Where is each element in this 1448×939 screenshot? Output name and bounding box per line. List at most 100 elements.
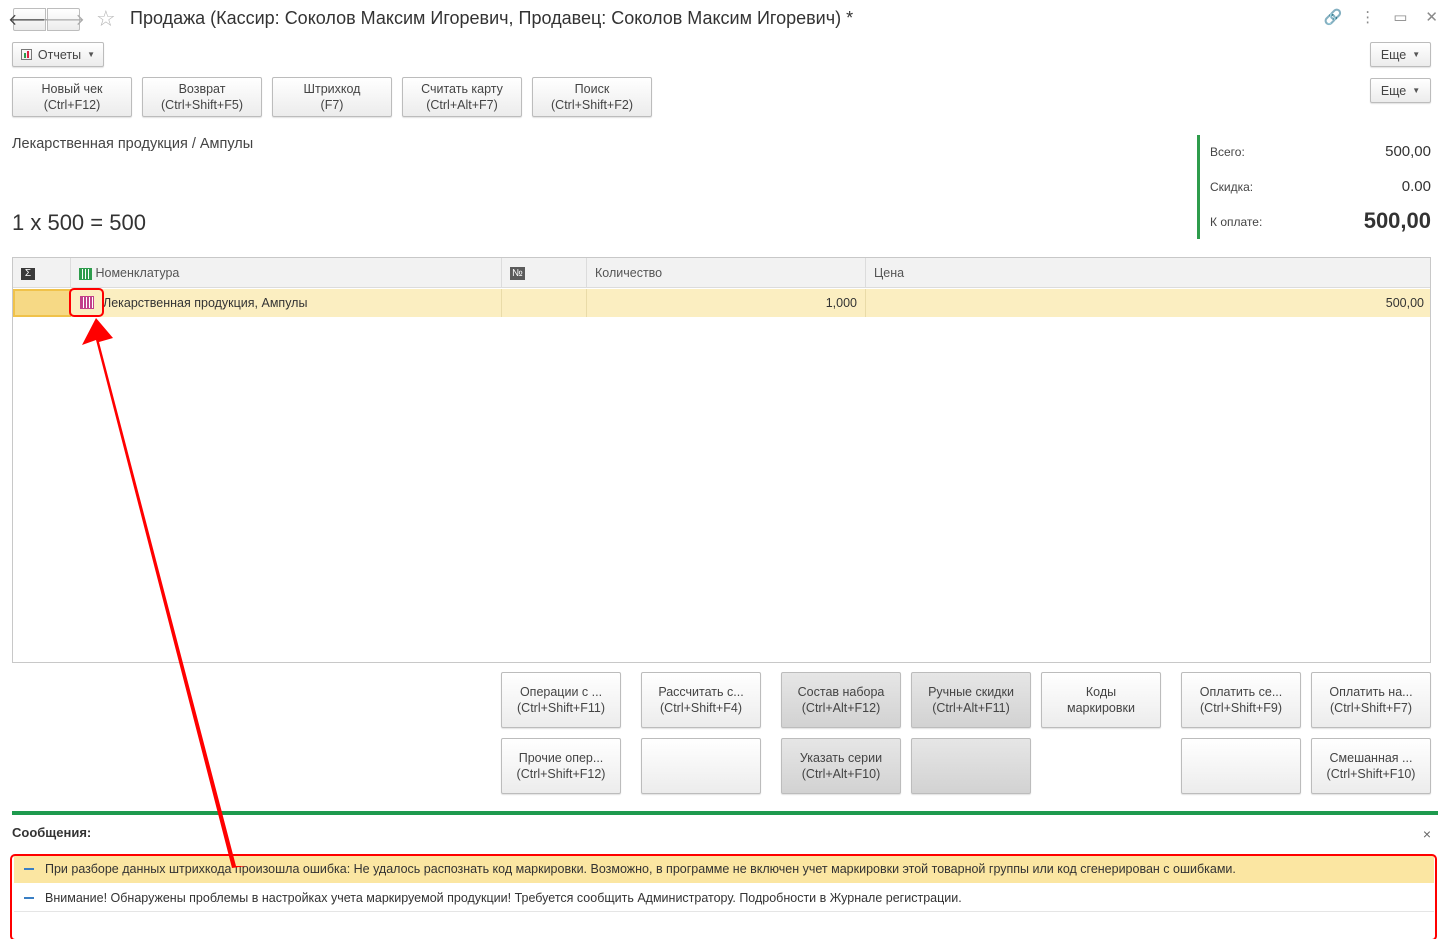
calculate-button[interactable]: Рассчитать с... (Ctrl+Shift+F4)	[641, 672, 761, 728]
button-label-line2: маркировки	[1067, 701, 1135, 715]
maximize-icon[interactable]: ▭	[1393, 8, 1407, 26]
discount-label: Скидка:	[1210, 180, 1254, 194]
mixed-payment-button[interactable]: Смешанная ... (Ctrl+Shift+F10)	[1311, 738, 1431, 794]
row-quantity-cell[interactable]: 1,000	[587, 289, 866, 317]
messages-close-icon[interactable]: ×	[1423, 826, 1431, 842]
close-icon[interactable]: ✕	[1425, 8, 1438, 26]
link-icon[interactable]: 🔗	[1324, 8, 1343, 26]
table-header: Σ Номенклатура № Количество Цена	[13, 258, 1430, 288]
row-number-cell[interactable]	[502, 289, 587, 317]
button-label: Новый чек	[41, 82, 103, 96]
col-quantity[interactable]: Количество	[587, 258, 866, 288]
forward-button[interactable]: 🡒	[42, 8, 85, 31]
operations-button[interactable]: Операции с ... (Ctrl+Shift+F11)	[501, 672, 621, 728]
button-shortcut: (Ctrl+Alt+F10)	[801, 767, 881, 781]
totals-accent-bar	[1197, 135, 1200, 239]
button-label: Смешанная ...	[1329, 751, 1413, 765]
other-operations-button[interactable]: Прочие опер... (Ctrl+Shift+F12)	[501, 738, 621, 794]
message-text: Внимание! Обнаружены проблемы в настройк…	[45, 891, 962, 905]
col-nomenclature-label: Номенклатура	[95, 266, 180, 280]
button-label: Штрихкод	[303, 82, 361, 96]
dash-icon	[24, 868, 34, 870]
row-price-cell[interactable]: 500,00	[866, 289, 1432, 317]
empty-button-2[interactable]	[911, 738, 1031, 794]
message-item-warning[interactable]: Внимание! Обнаружены проблемы в настройк…	[14, 884, 1434, 912]
favorite-star-icon[interactable]: ☆	[96, 6, 116, 32]
row-price: 500,00	[1385, 296, 1424, 310]
current-item-path: Лекарственная продукция / Ампулы	[12, 136, 254, 152]
col-price-label: Цена	[874, 266, 905, 280]
marking-codes-button[interactable]: Коды маркировки	[1041, 672, 1161, 728]
button-shortcut: (Ctrl+F12)	[43, 98, 101, 112]
goods-table[interactable]: Σ Номенклатура № Количество Цена Лекарст…	[12, 257, 1431, 663]
sum-icon: Σ	[21, 267, 35, 280]
row-name-cell[interactable]: Лекарственная продукция, Ампулы	[71, 289, 502, 317]
button-label: Оплатить се...	[1199, 685, 1283, 699]
button-shortcut: (Ctrl+Shift+F4)	[660, 701, 742, 715]
col-nomenclature[interactable]: Номенклатура	[71, 258, 502, 288]
total-label: Всего:	[1210, 145, 1245, 159]
nomenclature-icon	[79, 267, 92, 280]
number-icon: №	[510, 267, 525, 281]
report-icon	[20, 49, 32, 60]
reports-button[interactable]: Отчеты ▼	[12, 42, 104, 67]
chevron-down-icon: ▼	[87, 49, 96, 59]
pay-certificate-button[interactable]: Оплатить се... (Ctrl+Shift+F9)	[1181, 672, 1301, 728]
button-label: Поиск	[574, 82, 610, 96]
button-label: Ручные скидки	[928, 685, 1014, 699]
empty-button-1[interactable]	[641, 738, 761, 794]
button-shortcut: (Ctrl+Shift+F7)	[1330, 701, 1412, 715]
arrow-right-icon: 🡒	[42, 12, 85, 29]
button-shortcut: (Ctrl+Shift+F2)	[551, 98, 633, 112]
button-label: Оплатить на...	[1329, 685, 1413, 699]
table-row[interactable]: Лекарственная продукция, Ампулы 1,000 50…	[13, 289, 1430, 317]
message-text: При разборе данных штрихкода произошла о…	[45, 862, 1236, 876]
pay-cash-button[interactable]: Оплатить на... (Ctrl+Shift+F7)	[1311, 672, 1431, 728]
button-label: Операции с ...	[519, 685, 603, 699]
more-button-second[interactable]: Еще ▼	[1370, 78, 1431, 103]
window-title: Продажа (Кассир: Соколов Максим Игоревич…	[130, 8, 854, 28]
back-button[interactable]: 🡐	[8, 8, 51, 31]
col-number[interactable]: №	[502, 258, 587, 288]
set-content-button[interactable]: Состав набора (Ctrl+Alt+F12)	[781, 672, 901, 728]
return-button[interactable]: Возврат (Ctrl+Shift+F5)	[142, 77, 262, 117]
button-shortcut: (Ctrl+Shift+F10)	[1326, 767, 1416, 781]
manual-discounts-button[interactable]: Ручные скидки (Ctrl+Alt+F11)	[911, 672, 1031, 728]
row-name: Лекарственная продукция, Ампулы	[103, 296, 308, 310]
marking-error-icon[interactable]	[80, 296, 94, 309]
more-label: Еще	[1380, 47, 1407, 62]
button-label: Состав набора	[797, 685, 885, 699]
row-quantity: 1,000	[825, 296, 857, 310]
button-label: Возврат	[178, 82, 226, 96]
chevron-down-icon: ▼	[1412, 85, 1421, 95]
specify-series-button[interactable]: Указать серии (Ctrl+Alt+F10)	[781, 738, 901, 794]
empty-button-3[interactable]	[1181, 738, 1301, 794]
read-card-button[interactable]: Считать карту (Ctrl+Alt+F7)	[402, 77, 522, 117]
chevron-down-icon: ▼	[1412, 49, 1421, 59]
more-label: Еще	[1380, 83, 1407, 98]
button-shortcut: (Ctrl+Shift+F12)	[516, 767, 606, 781]
barcode-button[interactable]: Штрихкод (F7)	[272, 77, 392, 117]
button-label: Рассчитать с...	[658, 685, 744, 699]
col-quantity-label: Количество	[595, 266, 663, 280]
button-shortcut: (Ctrl+Shift+F5)	[161, 98, 243, 112]
more-vertical-icon[interactable]: ⋮	[1360, 8, 1375, 26]
current-item-formula: 1 x 500 = 500	[12, 210, 146, 235]
to-pay-label: К оплате:	[1210, 215, 1263, 229]
message-item-error[interactable]: При разборе данных штрихкода произошла о…	[14, 855, 1434, 883]
button-label: Коды	[1085, 685, 1117, 699]
more-button-top[interactable]: Еще ▼	[1370, 42, 1431, 67]
button-shortcut: (Ctrl+Shift+F9)	[1200, 701, 1282, 715]
row-sigma-cell[interactable]	[13, 289, 71, 317]
button-shortcut: (F7)	[320, 98, 344, 112]
col-price[interactable]: Цена	[866, 258, 1432, 288]
button-shortcut: (Ctrl+Alt+F7)	[426, 98, 498, 112]
button-shortcut: (Ctrl+Alt+F11)	[932, 701, 1010, 715]
col-sigma[interactable]: Σ	[13, 258, 71, 288]
new-check-button[interactable]: Новый чек (Ctrl+F12)	[12, 77, 132, 117]
button-shortcut: (Ctrl+Alt+F12)	[801, 701, 881, 715]
search-button[interactable]: Поиск (Ctrl+Shift+F2)	[532, 77, 652, 117]
button-label: Считать карту	[421, 82, 503, 96]
button-label: Прочие опер...	[518, 751, 604, 765]
dash-icon	[24, 897, 34, 899]
